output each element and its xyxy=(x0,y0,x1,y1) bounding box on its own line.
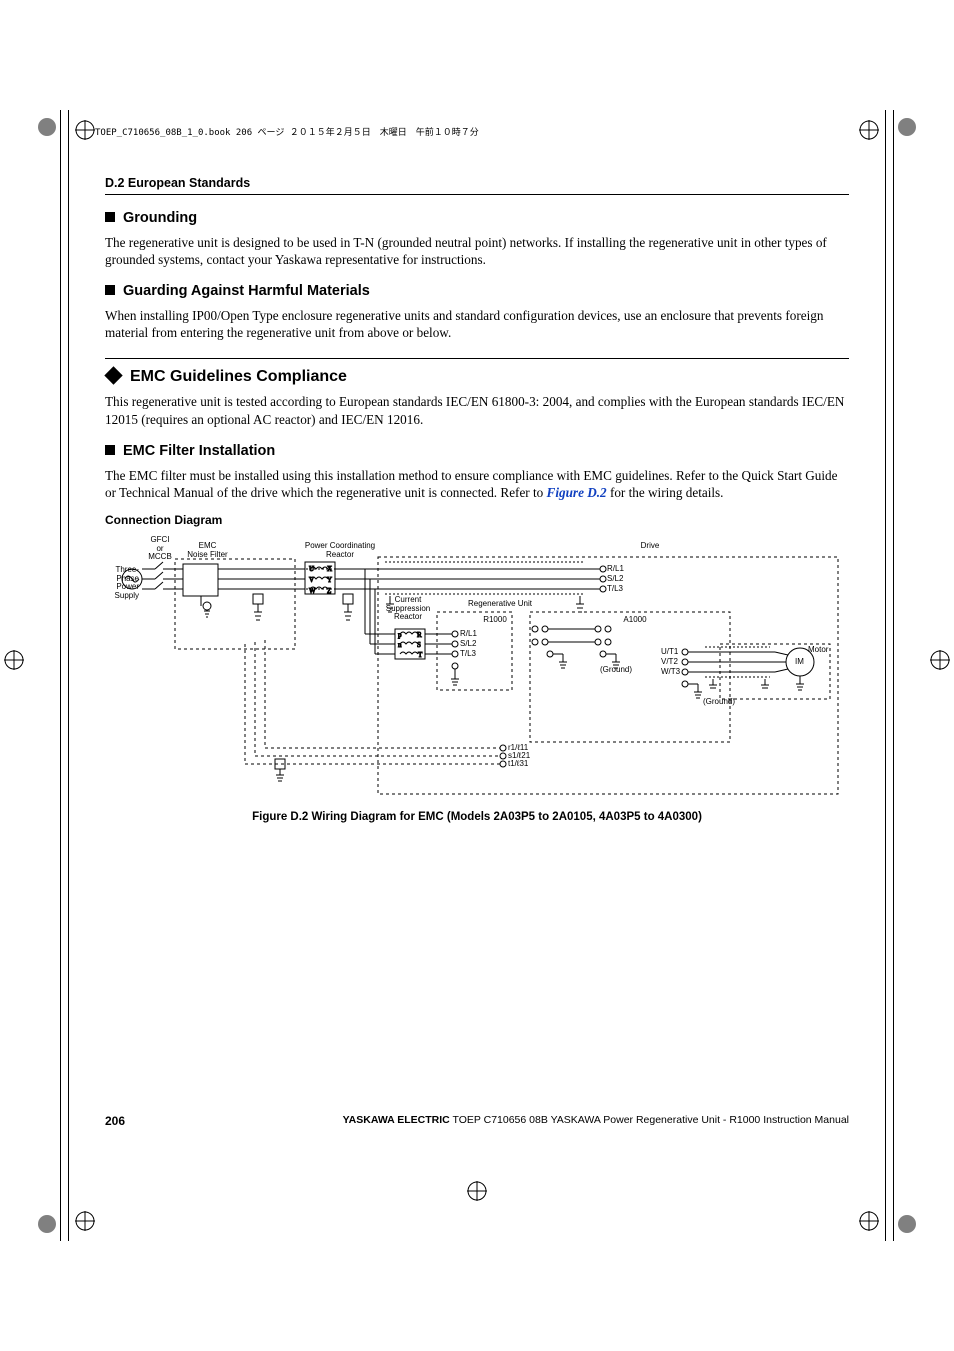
svg-text:S: S xyxy=(417,641,421,649)
paragraph: The EMC filter must be installed using t… xyxy=(105,467,849,501)
label-r1000: R1000 xyxy=(475,616,515,624)
footer-text: TOEP C710656 08B YASKAWA Power Regenerat… xyxy=(450,1114,849,1126)
svg-text:T: T xyxy=(418,651,423,659)
section-header: D.2 European Standards xyxy=(105,175,849,195)
label-sl2b: S/L2 xyxy=(460,640,476,648)
page-number: 206 xyxy=(105,1114,125,1128)
label-ground2: (Ground) xyxy=(703,698,735,706)
diamond-bullet-icon xyxy=(104,366,122,384)
trim-line xyxy=(885,110,886,1241)
svg-text:U: U xyxy=(309,565,314,573)
heading-guarding: Guarding Against Harmful Materials xyxy=(105,282,849,301)
label-t1l31: t1/ℓ31 xyxy=(508,760,528,768)
registration-mark-icon xyxy=(467,1181,487,1201)
heading-text: EMC Guidelines Compliance xyxy=(130,368,347,385)
label-a1000: A1000 xyxy=(615,616,655,624)
registration-mark-icon xyxy=(859,120,879,140)
heading-emc-compliance: EMC Guidelines Compliance xyxy=(105,358,849,388)
label-csr: CurrentSuppressionReactor xyxy=(381,596,435,621)
label-rl1: R/L1 xyxy=(607,565,624,573)
label-vt2: V/T2 xyxy=(661,658,678,666)
label-sl2: S/L2 xyxy=(607,575,623,583)
registration-mark-icon xyxy=(75,1211,95,1231)
heading-text: Guarding Against Harmful Materials xyxy=(123,283,370,299)
page-content: D.2 European Standards Grounding The reg… xyxy=(105,175,849,1151)
trim-line xyxy=(60,110,61,1241)
registration-mark-icon xyxy=(930,650,950,670)
trim-line xyxy=(893,110,894,1241)
label-motor: Motor xyxy=(808,646,828,654)
wiring-diagram: UX VY WZ xyxy=(105,534,849,804)
label-im: IM xyxy=(795,658,804,666)
paragraph: The regenerative unit is designed to be … xyxy=(105,234,849,268)
label-tl3b: T/L3 xyxy=(460,650,476,658)
footer-brand: YASKAWA ELECTRIC xyxy=(343,1114,450,1126)
paragraph: When installing IP00/Open Type enclosure… xyxy=(105,307,849,341)
crop-mark-tr xyxy=(898,118,916,136)
subheading-connection-diagram: Connection Diagram xyxy=(105,513,849,529)
trim-line xyxy=(68,110,69,1241)
crop-mark-bl xyxy=(38,1215,56,1233)
square-bullet-icon xyxy=(105,285,115,295)
svg-text:Y: Y xyxy=(327,576,332,584)
heading-text: Grounding xyxy=(123,210,197,226)
square-bullet-icon xyxy=(105,212,115,222)
label-pcr: Power CoordinatingReactor xyxy=(295,542,385,559)
crop-mark-br xyxy=(898,1215,916,1233)
figure-caption: Figure D.2 Wiring Diagram for EMC (Model… xyxy=(105,810,849,825)
label-rl1b: R/L1 xyxy=(460,630,477,638)
svg-text:R: R xyxy=(417,631,422,639)
paragraph-part: The EMC filter must be installed using t… xyxy=(105,468,838,500)
page-footer: 206 YASKAWA ELECTRIC TOEP C710656 08B YA… xyxy=(105,1114,849,1128)
wiring-diagram-svg: UX VY WZ xyxy=(105,534,849,804)
label-gfci: GFCIorMCCB xyxy=(140,536,180,561)
label-ground: (Ground) xyxy=(600,666,632,674)
registration-mark-icon xyxy=(75,120,95,140)
label-wt3: W/T3 xyxy=(661,668,680,676)
label-supply: Three-PhasePowerSupply xyxy=(105,566,139,600)
heading-grounding: Grounding xyxy=(105,209,849,228)
registration-mark-icon xyxy=(4,650,24,670)
label-emc-filter: EMCNoise Filter xyxy=(185,542,230,559)
label-tl3: T/L3 xyxy=(607,585,623,593)
heading-emc-filter: EMC Filter Installation xyxy=(105,442,849,461)
label-regen: Regenerative Unit xyxy=(455,600,545,608)
registration-mark-icon xyxy=(859,1211,879,1231)
paragraph-part: for the wiring details. xyxy=(607,485,724,500)
label-ut1: U/T1 xyxy=(661,648,678,656)
figure-link[interactable]: Figure D.2 xyxy=(547,485,607,500)
crop-mark-tl xyxy=(38,118,56,136)
square-bullet-icon xyxy=(105,445,115,455)
heading-text: EMC Filter Installation xyxy=(123,443,275,459)
paragraph: This regenerative unit is tested accordi… xyxy=(105,393,849,427)
label-drive: Drive xyxy=(630,542,670,550)
print-header: TOEP_C710656_08B_1_0.book 206 ページ ２０１５年２… xyxy=(95,125,479,138)
